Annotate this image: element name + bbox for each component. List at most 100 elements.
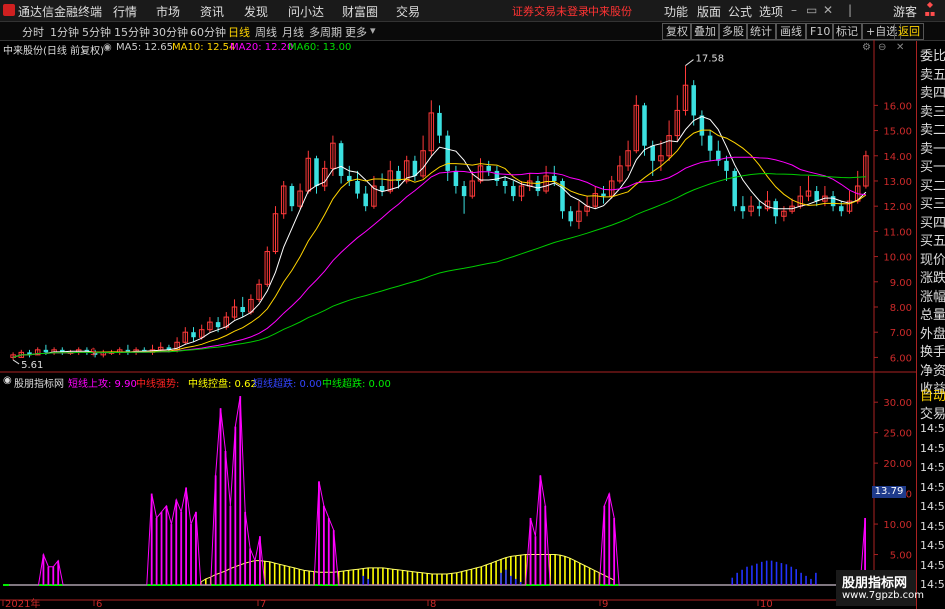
period-tab-multi[interactable]: 多周期 [309,24,342,40]
y-tick-label: 15.00 [883,127,912,138]
back-button[interactable]: 返回 [894,23,924,40]
divider-icon: | [848,3,853,17]
x-tick-label: 9 [602,599,608,609]
candle-body [707,135,713,151]
period-tab-monthly[interactable]: 月线 [282,24,304,40]
guest-label[interactable]: 游客 [893,3,917,20]
overlay-button[interactable]: 叠加 [690,23,720,40]
adjust-button[interactable]: 复权 [662,23,692,40]
menu-options[interactable]: 选项 [759,3,783,20]
menu-discover[interactable]: 发现 [244,3,268,20]
menu-wealth[interactable]: 财富圈 [342,3,378,20]
period-tab-60min[interactable]: 60分钟 [190,24,226,40]
candle-body [502,180,508,187]
candle-body [289,186,295,207]
period-tab-30min[interactable]: 30分钟 [152,24,188,40]
menu-trade[interactable]: 交易 [396,3,420,20]
x-tick-label: 7 [260,599,266,609]
menu-quotes[interactable]: 行情 [113,3,137,20]
candle-body [552,175,557,181]
low-pointer [12,359,20,365]
quote-row-label: 买四 [920,215,945,231]
candle-body [839,206,844,212]
menu-market[interactable]: 市场 [156,3,180,20]
period-tab-timeshare[interactable]: 分时 [22,24,44,40]
candle-body [740,206,746,212]
candle-body [314,158,319,187]
indicator-settings-icon[interactable]: ◉ [3,375,12,386]
ind-y-tick-label: 5.00 [890,551,912,562]
menu-layout[interactable]: 版面 [697,3,721,20]
period-tab-1min[interactable]: 1分钟 [50,24,79,40]
y-tick-label: 9.00 [890,278,912,289]
quote-row-label: 现价 [920,252,945,268]
y-tick-label: 6.00 [890,353,912,364]
trade-time: 14:56 [920,422,945,435]
menu-news[interactable]: 资讯 [200,3,224,20]
high-pointer [685,59,694,66]
indicator-mid-strong: 中线强势: [136,379,180,390]
quote-row-label: 卖一 [920,141,945,157]
kline-chart[interactable]: 16.00 15.00 14.00 13.00 12.00 11.00 10.00 9.00 8… [0,40,916,609]
period-tab-5min[interactable]: 5分钟 [82,24,111,40]
x-tick-label: 6 [96,599,102,609]
menu-formula[interactable]: 公式 [728,3,752,20]
draw-button[interactable]: 画线 [776,23,806,40]
watermark-url: www.7gpzb.com [842,590,924,601]
more-chevron-icon[interactable]: ▾ [370,24,376,37]
candle-body [191,332,196,338]
trade-time: 14:56 [920,441,945,455]
f10-button[interactable]: F10 [806,23,835,40]
watermark-title: 股朋指标网 [842,576,908,591]
candle-body [486,165,491,171]
app-logo-icon [3,4,15,16]
stats-button[interactable]: 统计 [746,23,776,40]
quote-row-label: 买三 [920,197,945,212]
trade-time: 14:56 [920,500,945,513]
indicator-short-attack: 短线上攻: 9.90 [68,379,137,390]
minimize-icon[interactable]: – [791,3,797,17]
watermark: 股朋指标网 www.7gpzb.com [836,570,924,606]
quote-row-label: 卖四 [920,86,945,101]
auto-label[interactable]: 自动 [920,385,945,404]
candle-body [814,191,819,202]
candle-body [445,135,450,171]
multi-stock-button[interactable]: 多股 [718,23,748,40]
candle-body [699,115,705,136]
indicator-current-value: 13.79 [872,486,906,498]
y-tick-label: 10.00 [883,253,912,264]
stock-name-notice: 中来股份 [588,5,632,18]
trade-time: 14:56 [920,461,945,474]
period-toolbar: 分时 1分钟 5分钟 15分钟 30分钟 60分钟 日线 周线 月线 多周期 更… [0,22,945,41]
title-bar: 通达信金融终端 行情 市场 资讯 发现 问小达 财富圈 交易 证券交易未登录 中… [0,0,945,22]
candle-body [724,160,729,171]
period-tab-15min[interactable]: 15分钟 [114,24,150,40]
menu-ask[interactable]: 问小达 [288,3,324,20]
mark-button[interactable]: 标记 [832,23,862,40]
y-tick-label: 7.00 [890,328,912,339]
period-tab-daily[interactable]: 日线 [228,24,250,40]
candle-body [363,193,368,207]
trade-label[interactable]: 交易 [920,403,945,422]
trade-time: 14:56 [920,558,945,572]
ind-y-tick-label: 25.00 [883,429,912,440]
quote-row-label: 净资 [920,363,945,379]
y-tick-label: 8.00 [890,303,912,314]
candle-body [601,193,606,197]
indicator-header: 股朋指标网 [14,379,64,390]
period-tab-weekly[interactable]: 周线 [255,24,277,40]
login-notice[interactable]: 证券交易未登录 [512,3,589,19]
x-tick-label: 10 [760,599,773,609]
quote-row-label: 买五 [920,234,945,249]
ind-y-tick-label: 30.00 [883,398,912,409]
quote-row-label: 卖二 [920,123,945,138]
x-tick-label: 8 [430,599,436,609]
y-tick-label: 13.00 [883,177,912,188]
close-icon[interactable]: ✕ [823,3,833,17]
restore-icon[interactable]: ▭ [806,3,817,17]
quote-side-panel: 委比 卖五 卖四 卖三 卖二 卖一 买一 买二 买三 买四 买五 现价 涨跌 涨幅 总量 外盘 换手 净资 收益 自动… [916,41,945,609]
quote-row-label: 卖三 [920,104,945,120]
period-tab-more[interactable]: 更多 [345,24,367,40]
menu-function[interactable]: 功能 [664,3,688,20]
app-title: 通达信金融终端 [18,5,103,19]
